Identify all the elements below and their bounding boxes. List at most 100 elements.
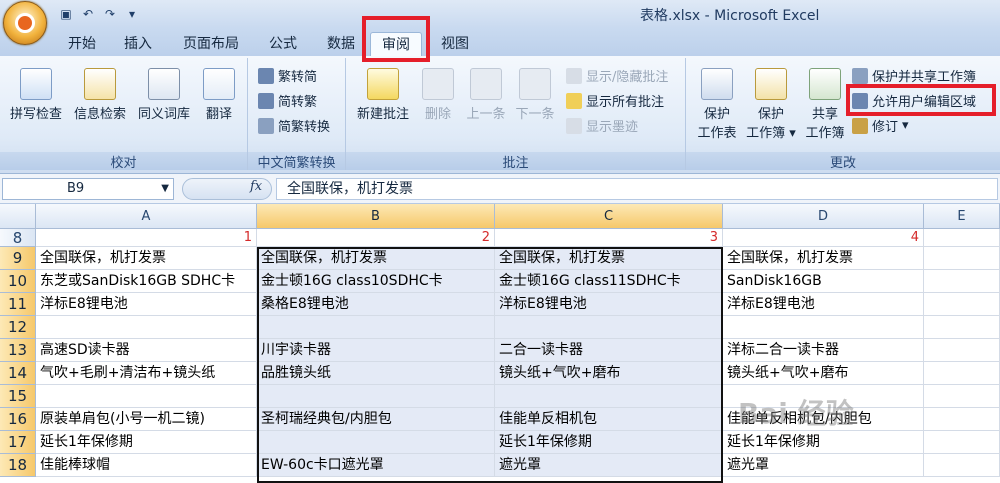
column-header-d[interactable]: D	[723, 204, 924, 229]
tab-insert[interactable]: 插入	[114, 32, 162, 56]
research-button[interactable]: 信息检索	[70, 68, 130, 122]
redo-icon[interactable]: ↷	[102, 6, 118, 22]
undo-icon[interactable]: ↶	[80, 6, 96, 22]
cell-a-row[interactable]: 气吹+毛刷+清洁布+镜头纸	[36, 362, 257, 385]
tab-review[interactable]: 审阅	[370, 32, 422, 56]
cell-b-row[interactable]: 金士顿16G class10SDHC卡	[257, 270, 495, 293]
tab-data[interactable]: 数据	[316, 32, 366, 56]
insert-function-icon[interactable]: fx	[250, 179, 262, 194]
cell-e-row[interactable]	[924, 385, 1000, 408]
row-header[interactable]: 8	[0, 229, 36, 247]
cell-b-row[interactable]: 品胜镜头纸	[257, 362, 495, 385]
prev-comment-button[interactable]: 上一条	[462, 68, 510, 122]
conversion-button[interactable]: 简繁转换	[258, 116, 330, 135]
cell-e-row[interactable]	[924, 454, 1000, 477]
delete-comment-button[interactable]: 删除	[418, 68, 458, 122]
cell-d-row[interactable]: 4	[723, 229, 924, 247]
protect-workbook-button[interactable]: 保护 工作簿 ▾	[744, 68, 798, 141]
track-changes-button[interactable]: 修订 ▾	[852, 116, 909, 135]
cell-a-row[interactable]: 1	[36, 229, 257, 247]
allow-users-edit-ranges-button[interactable]: 允许用户编辑区域	[852, 91, 976, 110]
cell-e-row[interactable]	[924, 408, 1000, 431]
select-all-corner[interactable]	[0, 204, 36, 229]
row-header[interactable]: 11	[0, 293, 36, 316]
cell-b-row[interactable]: 圣柯瑞经典包/内胆包	[257, 408, 495, 431]
row-header[interactable]: 16	[0, 408, 36, 431]
name-box[interactable]: B9 ▼	[2, 178, 174, 200]
cell-a-row[interactable]: 原装单肩包(小号一机二镜)	[36, 408, 257, 431]
cell-b-row[interactable]	[257, 316, 495, 339]
cell-a-row[interactable]: 洋标E8锂电池	[36, 293, 257, 316]
cell-b-row[interactable]: 2	[257, 229, 495, 247]
cell-e-row[interactable]	[924, 339, 1000, 362]
column-header-b[interactable]: B	[257, 204, 495, 229]
show-ink-button[interactable]: 显示墨迹	[566, 116, 638, 135]
row-header[interactable]: 10	[0, 270, 36, 293]
cell-c-row[interactable]: 金士顿16G class11SDHC卡	[495, 270, 723, 293]
cell-c-row[interactable]: 3	[495, 229, 723, 247]
cell-e-row[interactable]	[924, 270, 1000, 293]
cell-a-row[interactable]: 佳能棒球帽	[36, 454, 257, 477]
row-header[interactable]: 13	[0, 339, 36, 362]
column-header-a[interactable]: A	[36, 204, 257, 229]
tab-formulas[interactable]: 公式	[258, 32, 308, 56]
cell-d-row[interactable]: 佳能单反相机包/内胆包	[723, 408, 924, 431]
row-header[interactable]: 12	[0, 316, 36, 339]
cell-c-row[interactable]: 佳能单反相机包	[495, 408, 723, 431]
cell-b-row[interactable]: 全国联保，机打发票	[257, 247, 495, 270]
cell-e-row[interactable]	[924, 229, 1000, 247]
cell-d-row[interactable]: 全国联保，机打发票	[723, 247, 924, 270]
column-header-e[interactable]: E	[924, 204, 1000, 229]
cell-c-row[interactable]: 遮光罩	[495, 454, 723, 477]
row-header[interactable]: 18	[0, 454, 36, 477]
office-button[interactable]	[3, 1, 47, 45]
tab-view[interactable]: 视图	[430, 32, 480, 56]
cell-c-row[interactable]	[495, 316, 723, 339]
cell-c-row[interactable]	[495, 385, 723, 408]
row-header[interactable]: 14	[0, 362, 36, 385]
trad-to-simp-button[interactable]: 繁转简	[258, 66, 317, 85]
protect-sheet-button[interactable]: 保护 工作表	[692, 68, 742, 141]
cell-d-row[interactable]: 遮光罩	[723, 454, 924, 477]
simp-to-trad-button[interactable]: 简转繁	[258, 91, 317, 110]
share-workbook-button[interactable]: 共享 工作簿	[800, 68, 850, 141]
cell-c-row[interactable]: 全国联保，机打发票	[495, 247, 723, 270]
cell-b-row[interactable]: EW-60c卡口遮光罩	[257, 454, 495, 477]
cell-b-row[interactable]	[257, 431, 495, 454]
cell-d-row[interactable]	[723, 316, 924, 339]
cell-e-row[interactable]	[924, 362, 1000, 385]
cell-d-row[interactable]: SanDisk16GB	[723, 270, 924, 293]
cell-b-row[interactable]: 桑格E8锂电池	[257, 293, 495, 316]
cell-a-row[interactable]: 延长1年保修期	[36, 431, 257, 454]
cell-e-row[interactable]	[924, 316, 1000, 339]
tab-page-layout[interactable]: 页面布局	[176, 32, 246, 56]
row-header[interactable]: 17	[0, 431, 36, 454]
cell-c-row[interactable]: 洋标E8锂电池	[495, 293, 723, 316]
next-comment-button[interactable]: 下一条	[512, 68, 558, 122]
save-icon[interactable]: ▣	[58, 6, 74, 22]
cell-e-row[interactable]	[924, 431, 1000, 454]
cell-b-row[interactable]	[257, 385, 495, 408]
tab-home[interactable]: 开始	[58, 32, 106, 56]
cell-a-row[interactable]: 全国联保，机打发票	[36, 247, 257, 270]
column-header-c[interactable]: C	[495, 204, 723, 229]
cell-d-row[interactable]: 延长1年保修期	[723, 431, 924, 454]
cell-d-row[interactable]: 洋标E8锂电池	[723, 293, 924, 316]
cell-d-row[interactable]: 镜头纸+气吹+磨布	[723, 362, 924, 385]
protect-and-share-button[interactable]: 保护并共享工作簿	[852, 66, 976, 85]
row-header[interactable]: 9	[0, 247, 36, 270]
show-all-comments-button[interactable]: 显示所有批注	[566, 91, 664, 110]
translate-button[interactable]: 翻译	[196, 68, 242, 122]
show-hide-comment-button[interactable]: 显示/隐藏批注	[566, 66, 668, 85]
new-comment-button[interactable]: 新建批注	[352, 68, 414, 122]
cell-e-row[interactable]	[924, 293, 1000, 316]
spell-check-button[interactable]: 拼写检查	[6, 68, 66, 122]
formula-input[interactable]: 全国联保，机打发票	[276, 178, 998, 200]
thesaurus-button[interactable]: 同义词库	[134, 68, 194, 122]
cell-b-row[interactable]: 川宇读卡器	[257, 339, 495, 362]
customize-qat-icon[interactable]: ▾	[124, 6, 140, 22]
cell-e-row[interactable]	[924, 247, 1000, 270]
cell-d-row[interactable]	[723, 385, 924, 408]
cell-a-row[interactable]	[36, 316, 257, 339]
cell-a-row[interactable]	[36, 385, 257, 408]
